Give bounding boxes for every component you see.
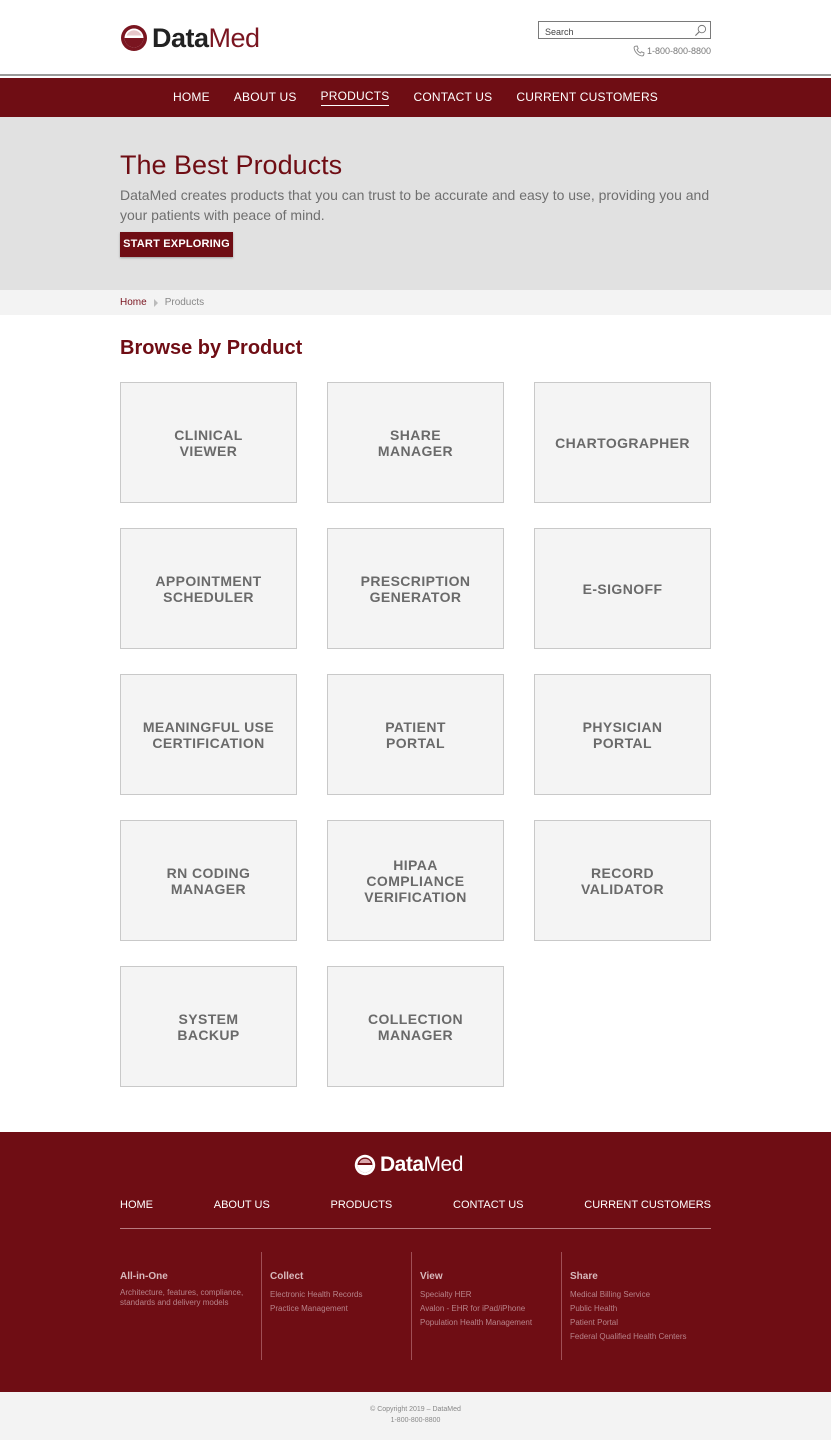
- product-card-meaningful-use-certification[interactable]: MEANINGFUL USE CERTIFICATION: [120, 674, 297, 795]
- product-card-label: CHARTOGRAPHER: [555, 434, 690, 451]
- hero-description: DataMed creates products that you can tr…: [120, 187, 710, 223]
- footer-link[interactable]: Specialty HER: [420, 1288, 561, 1302]
- product-card-label: SHARE MANAGER: [377, 426, 454, 459]
- footer-link[interactable]: Medical Billing Service: [570, 1288, 711, 1302]
- footer-link[interactable]: Avalon - EHR for iPad/iPhone: [420, 1302, 561, 1316]
- product-card-label: E-SIGNOFF: [582, 580, 663, 597]
- product-card-patient-portal[interactable]: PATIENT PORTAL: [327, 674, 504, 795]
- footer-logo-icon: [354, 1154, 376, 1176]
- product-card-label: APPOINTMENT SCHEDULER: [155, 572, 262, 605]
- product-card-label: SYSTEM BACKUP: [177, 1010, 240, 1043]
- breadcrumb-current: Products: [164, 297, 205, 308]
- footer-column-title[interactable]: Share: [570, 1271, 711, 1282]
- footer-divider: [120, 1228, 711, 1229]
- copyright-text: © Copyright 2019 – DataMed: [370, 1406, 461, 1413]
- footer-column-description: Architecture, features, compliance, stan…: [120, 1288, 244, 1307]
- footer-link[interactable]: Public Health: [570, 1302, 711, 1316]
- site-header: DataMed 1-800-800-8800: [0, 0, 831, 76]
- product-card-label: HIPAA COMPLIANCE VERIFICATION: [364, 856, 467, 905]
- logo-text-data: Data: [152, 23, 209, 53]
- footer-nav-about-us[interactable]: ABOUT US: [214, 1199, 270, 1211]
- footer-columns: All-in-One Architecture, features, compl…: [120, 1252, 711, 1360]
- nav-home[interactable]: HOME: [173, 90, 210, 106]
- phone-icon: [633, 45, 645, 57]
- nav-current-customers[interactable]: CURRENT CUSTOMERS: [516, 90, 658, 106]
- product-card-rn-coding-manager[interactable]: RN CODING MANAGER: [120, 820, 297, 941]
- product-card-collection-manager[interactable]: COLLECTION MANAGER: [327, 966, 504, 1087]
- footer-column-title[interactable]: All-in-One: [120, 1271, 261, 1282]
- footer-nav-current-customers[interactable]: CURRENT CUSTOMERS: [584, 1199, 711, 1211]
- product-card-appointment-scheduler[interactable]: APPOINTMENT SCHEDULER: [120, 528, 297, 649]
- search-input[interactable]: [539, 24, 689, 40]
- footer-nav: HOME ABOUT US PRODUCTS CONTACT US CURREN…: [120, 1199, 711, 1211]
- product-card-prescription-generator[interactable]: PRESCRIPTION GENERATOR: [327, 528, 504, 649]
- copyright-bar: © Copyright 2019 – DataMed 1-800-800-880…: [0, 1392, 831, 1440]
- datamed-logo-icon: [121, 25, 147, 51]
- product-card-label: PHYSICIAN PORTAL: [582, 718, 663, 751]
- product-card-label: PATIENT PORTAL: [385, 718, 446, 751]
- breadcrumb: Home Products: [0, 290, 831, 315]
- nav-about-us[interactable]: ABOUT US: [234, 90, 297, 106]
- start-exploring-button[interactable]: START EXPLORING: [120, 232, 233, 257]
- footer-column-all-in-one: All-in-One Architecture, features, compl…: [120, 1252, 261, 1360]
- product-card-label: CLINICAL VIEWER: [174, 426, 243, 459]
- footer-link[interactable]: Population Health Management: [420, 1316, 561, 1330]
- footer-column-title[interactable]: View: [420, 1271, 561, 1282]
- product-card-chartographer[interactable]: CHARTOGRAPHER: [534, 382, 711, 503]
- footer-logo-text-data: Data: [380, 1153, 424, 1176]
- footer-link[interactable]: Patient Portal: [570, 1316, 711, 1330]
- site-footer: DataMed HOME ABOUT US PRODUCTS CONTACT U…: [0, 1132, 831, 1392]
- footer-column-title[interactable]: Collect: [270, 1271, 411, 1282]
- product-card-label: RN CODING MANAGER: [166, 864, 251, 897]
- nav-contact-us[interactable]: CONTACT US: [413, 90, 492, 106]
- footer-phone[interactable]: 1-800-800-8800: [0, 1417, 831, 1424]
- footer-column-collect: Collect Electronic Health Records Practi…: [261, 1252, 411, 1360]
- header-phone[interactable]: 1-800-800-8800: [633, 45, 711, 57]
- product-card-e-signoff[interactable]: E-SIGNOFF: [534, 528, 711, 649]
- product-card-label: PRESCRIPTION GENERATOR: [360, 572, 471, 605]
- hero-title: The Best Products: [120, 150, 343, 180]
- product-card-label: COLLECTION MANAGER: [368, 1010, 463, 1043]
- product-card-physician-portal[interactable]: PHYSICIAN PORTAL: [534, 674, 711, 795]
- product-card-clinical-viewer[interactable]: CLINICAL VIEWER: [120, 382, 297, 503]
- product-card-system-backup[interactable]: SYSTEM BACKUP: [120, 966, 297, 1087]
- product-card-record-validator[interactable]: RECORD VALIDATOR: [534, 820, 711, 941]
- logo-text-med: Med: [208, 23, 261, 53]
- product-card-share-manager[interactable]: SHARE MANAGER: [327, 382, 504, 503]
- footer-column-share: Share Medical Billing Service Public Hea…: [561, 1252, 711, 1360]
- footer-column-view: View Specialty HER Avalon - EHR for iPad…: [411, 1252, 561, 1360]
- search-box: [538, 21, 711, 40]
- nav-products[interactable]: PRODUCTS: [320, 89, 390, 106]
- footer-logo-text-med: Med: [423, 1153, 464, 1176]
- breadcrumb-chevron-right-icon: [153, 298, 158, 307]
- datamed-logo[interactable]: DataMed: [120, 24, 260, 52]
- footer-logo[interactable]: DataMed: [354, 1154, 463, 1176]
- footer-nav-contact-us[interactable]: CONTACT US: [453, 1199, 524, 1211]
- product-card-label: RECORD VALIDATOR: [581, 864, 664, 897]
- footer-nav-products[interactable]: PRODUCTS: [331, 1199, 393, 1211]
- header-phone-number: 1-800-800-8800: [646, 46, 711, 56]
- footer-nav-home[interactable]: HOME: [120, 1199, 153, 1211]
- product-card-hipaa-compliance-verification[interactable]: HIPAA COMPLIANCE VERIFICATION: [327, 820, 504, 941]
- browse-title: Browse by Product: [120, 337, 303, 359]
- breadcrumb-home-link[interactable]: Home: [120, 297, 147, 308]
- product-card-label: MEANINGFUL USE CERTIFICATION: [142, 718, 275, 751]
- footer-link[interactable]: Federal Qualified Health Centers: [570, 1330, 711, 1344]
- footer-link[interactable]: Electronic Health Records: [270, 1288, 411, 1302]
- hero-banner: The Best Products DataMed creates produc…: [0, 117, 831, 290]
- search-icon[interactable]: [694, 24, 707, 37]
- footer-link[interactable]: Practice Management: [270, 1302, 411, 1316]
- main-nav: HOME ABOUT US PRODUCTS CONTACT US CURREN…: [0, 78, 831, 117]
